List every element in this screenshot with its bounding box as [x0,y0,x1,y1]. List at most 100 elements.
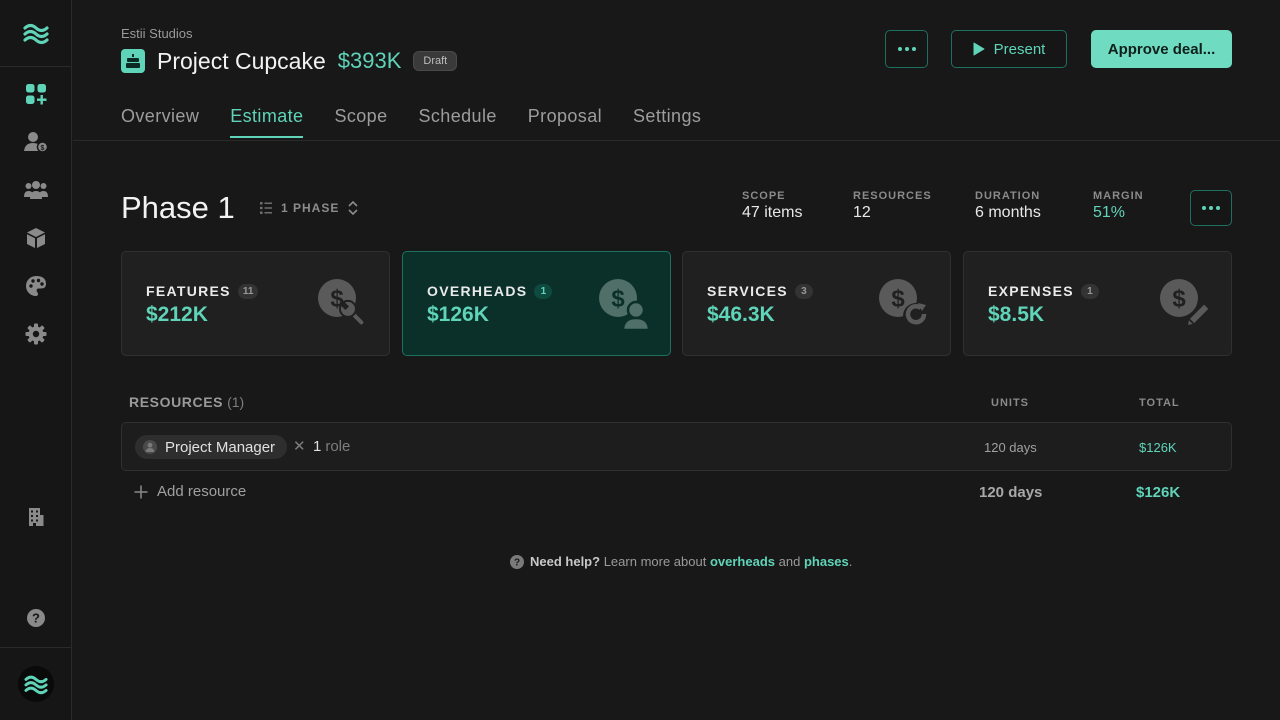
package-icon[interactable] [24,226,48,250]
logo[interactable] [0,0,72,67]
tab-proposal[interactable]: Proposal [528,106,602,138]
stat-scope-value: 47 items [742,204,803,221]
status-badge: Draft [413,51,458,71]
help-footer: ? Need help? Learn more about overheads … [510,554,852,569]
palette-icon[interactable] [24,274,48,298]
tab-bar: Overview Estimate Scope Schedule Proposa… [121,106,732,138]
plus-icon [134,485,148,498]
project-title-row: Project Cupcake $393K Draft [121,46,458,76]
avatar[interactable] [18,666,54,702]
list-icon [260,202,272,214]
stat-resources-label: RESOURCES [853,190,932,202]
card-label: OVERHEADS [427,283,528,299]
phases-link[interactable]: phases [804,554,849,569]
sidebar: $ ? [0,0,72,720]
svg-text:?: ? [514,557,520,568]
multiply-icon: ✕ [293,438,306,455]
help-and: and [778,554,801,569]
dollar-person-icon: $ [599,279,650,330]
card-features[interactable]: FEATURES 11 $212K $ [121,251,390,356]
row-units: 120 days [984,440,1037,455]
help-text: Learn more about [603,554,707,569]
dollar-pencil-icon: $ [1160,279,1211,327]
help-lead: Need help? [530,554,601,569]
row-total: $126K [1139,440,1177,455]
ellipsis-icon [1202,206,1220,210]
overheads-link[interactable]: overheads [710,554,775,569]
person-icon [143,440,157,454]
settings-icon[interactable] [24,322,48,346]
help-icon: ? [510,554,524,569]
col-units-header: UNITS [991,397,1029,409]
phase-selector[interactable]: 1 PHASE [259,199,359,217]
wave-logo-icon [23,23,49,45]
card-value: $212K [146,303,208,326]
client-billing-icon[interactable]: $ [24,130,48,154]
help-end: . [848,554,853,569]
stat-margin: MARGIN 51% [1093,190,1144,222]
add-resource-button[interactable]: Add resource [134,483,246,500]
card-value: $126K [427,303,489,326]
card-overheads[interactable]: OVERHEADS 1 $126K $ [402,251,671,356]
card-value: $8.5K [988,303,1045,326]
play-icon [973,42,985,56]
card-count: 1 [534,283,553,299]
add-resource-label: Add resource [157,483,247,500]
phase-more-button[interactable] [1190,190,1232,226]
card-label: EXPENSES [988,283,1074,299]
present-button[interactable]: Present [951,30,1067,68]
svg-text:$: $ [1172,286,1186,313]
wave-avatar-icon [24,675,48,695]
card-expenses[interactable]: EXPENSES 1 $8.5K $ [963,251,1232,356]
tab-estimate[interactable]: Estimate [230,106,304,138]
phase-selector-label: 1 PHASE [281,201,340,215]
role-name: Project Manager [165,438,276,456]
card-services[interactable]: SERVICES 3 $46.3K $ [682,251,951,356]
ellipsis-icon [897,47,916,51]
dollar-refresh-icon: $ [879,279,929,329]
dashboard-add-icon[interactable] [24,82,48,106]
help-icon[interactable]: ? [24,606,48,630]
stat-duration: DURATION 6 months [975,190,1041,222]
team-icon[interactable] [24,178,48,202]
moon-icon[interactable] [24,556,48,580]
tab-scope[interactable]: Scope [334,106,387,138]
stat-scope: SCOPE 47 items [742,190,802,222]
resources-title: RESOURCES [129,394,224,410]
tab-settings[interactable]: Settings [633,106,701,138]
chevron-updown-icon [348,200,358,216]
stat-duration-label: DURATION [975,190,1041,202]
tab-schedule[interactable]: Schedule [419,106,497,138]
approve-deal-button[interactable]: Approve deal... [1091,30,1232,68]
role-quantity[interactable]: 1 role [313,438,350,455]
sum-total: $126K [1136,484,1181,501]
more-actions-button[interactable] [885,30,928,68]
svg-text:$: $ [41,145,45,152]
tab-overview[interactable]: Overview [121,106,199,138]
card-label: SERVICES [707,283,788,299]
sum-units: 120 days [979,484,1043,501]
building-icon[interactable] [24,505,48,529]
table-row[interactable]: Project Manager ✕ 1 role 120 days $126K [121,422,1232,471]
project-title: Project Cupcake [157,47,326,74]
phase-title: Phase 1 [121,190,235,225]
cake-icon [121,49,145,73]
svg-text:$: $ [611,286,625,313]
svg-text:$: $ [891,286,905,313]
stat-duration-value: 6 months [975,204,1041,221]
card-count: 1 [1080,283,1099,299]
svg-text:?: ? [32,611,40,626]
role-chip[interactable]: Project Manager [135,435,288,459]
card-count: 11 [237,283,259,299]
present-label: Present [993,40,1046,58]
tabs-divider [73,140,1280,141]
card-value: $46.3K [707,303,775,326]
resources-header: RESOURCES (1) [129,394,244,410]
resources-count: (1) [227,394,245,410]
stat-resources: RESOURCES 12 [853,190,932,222]
stat-margin-label: MARGIN [1093,190,1144,202]
org-name: Estii Studios [121,26,193,41]
sidebar-divider [0,647,72,648]
card-label: FEATURES [146,283,231,299]
project-amount: $393K [337,48,402,73]
